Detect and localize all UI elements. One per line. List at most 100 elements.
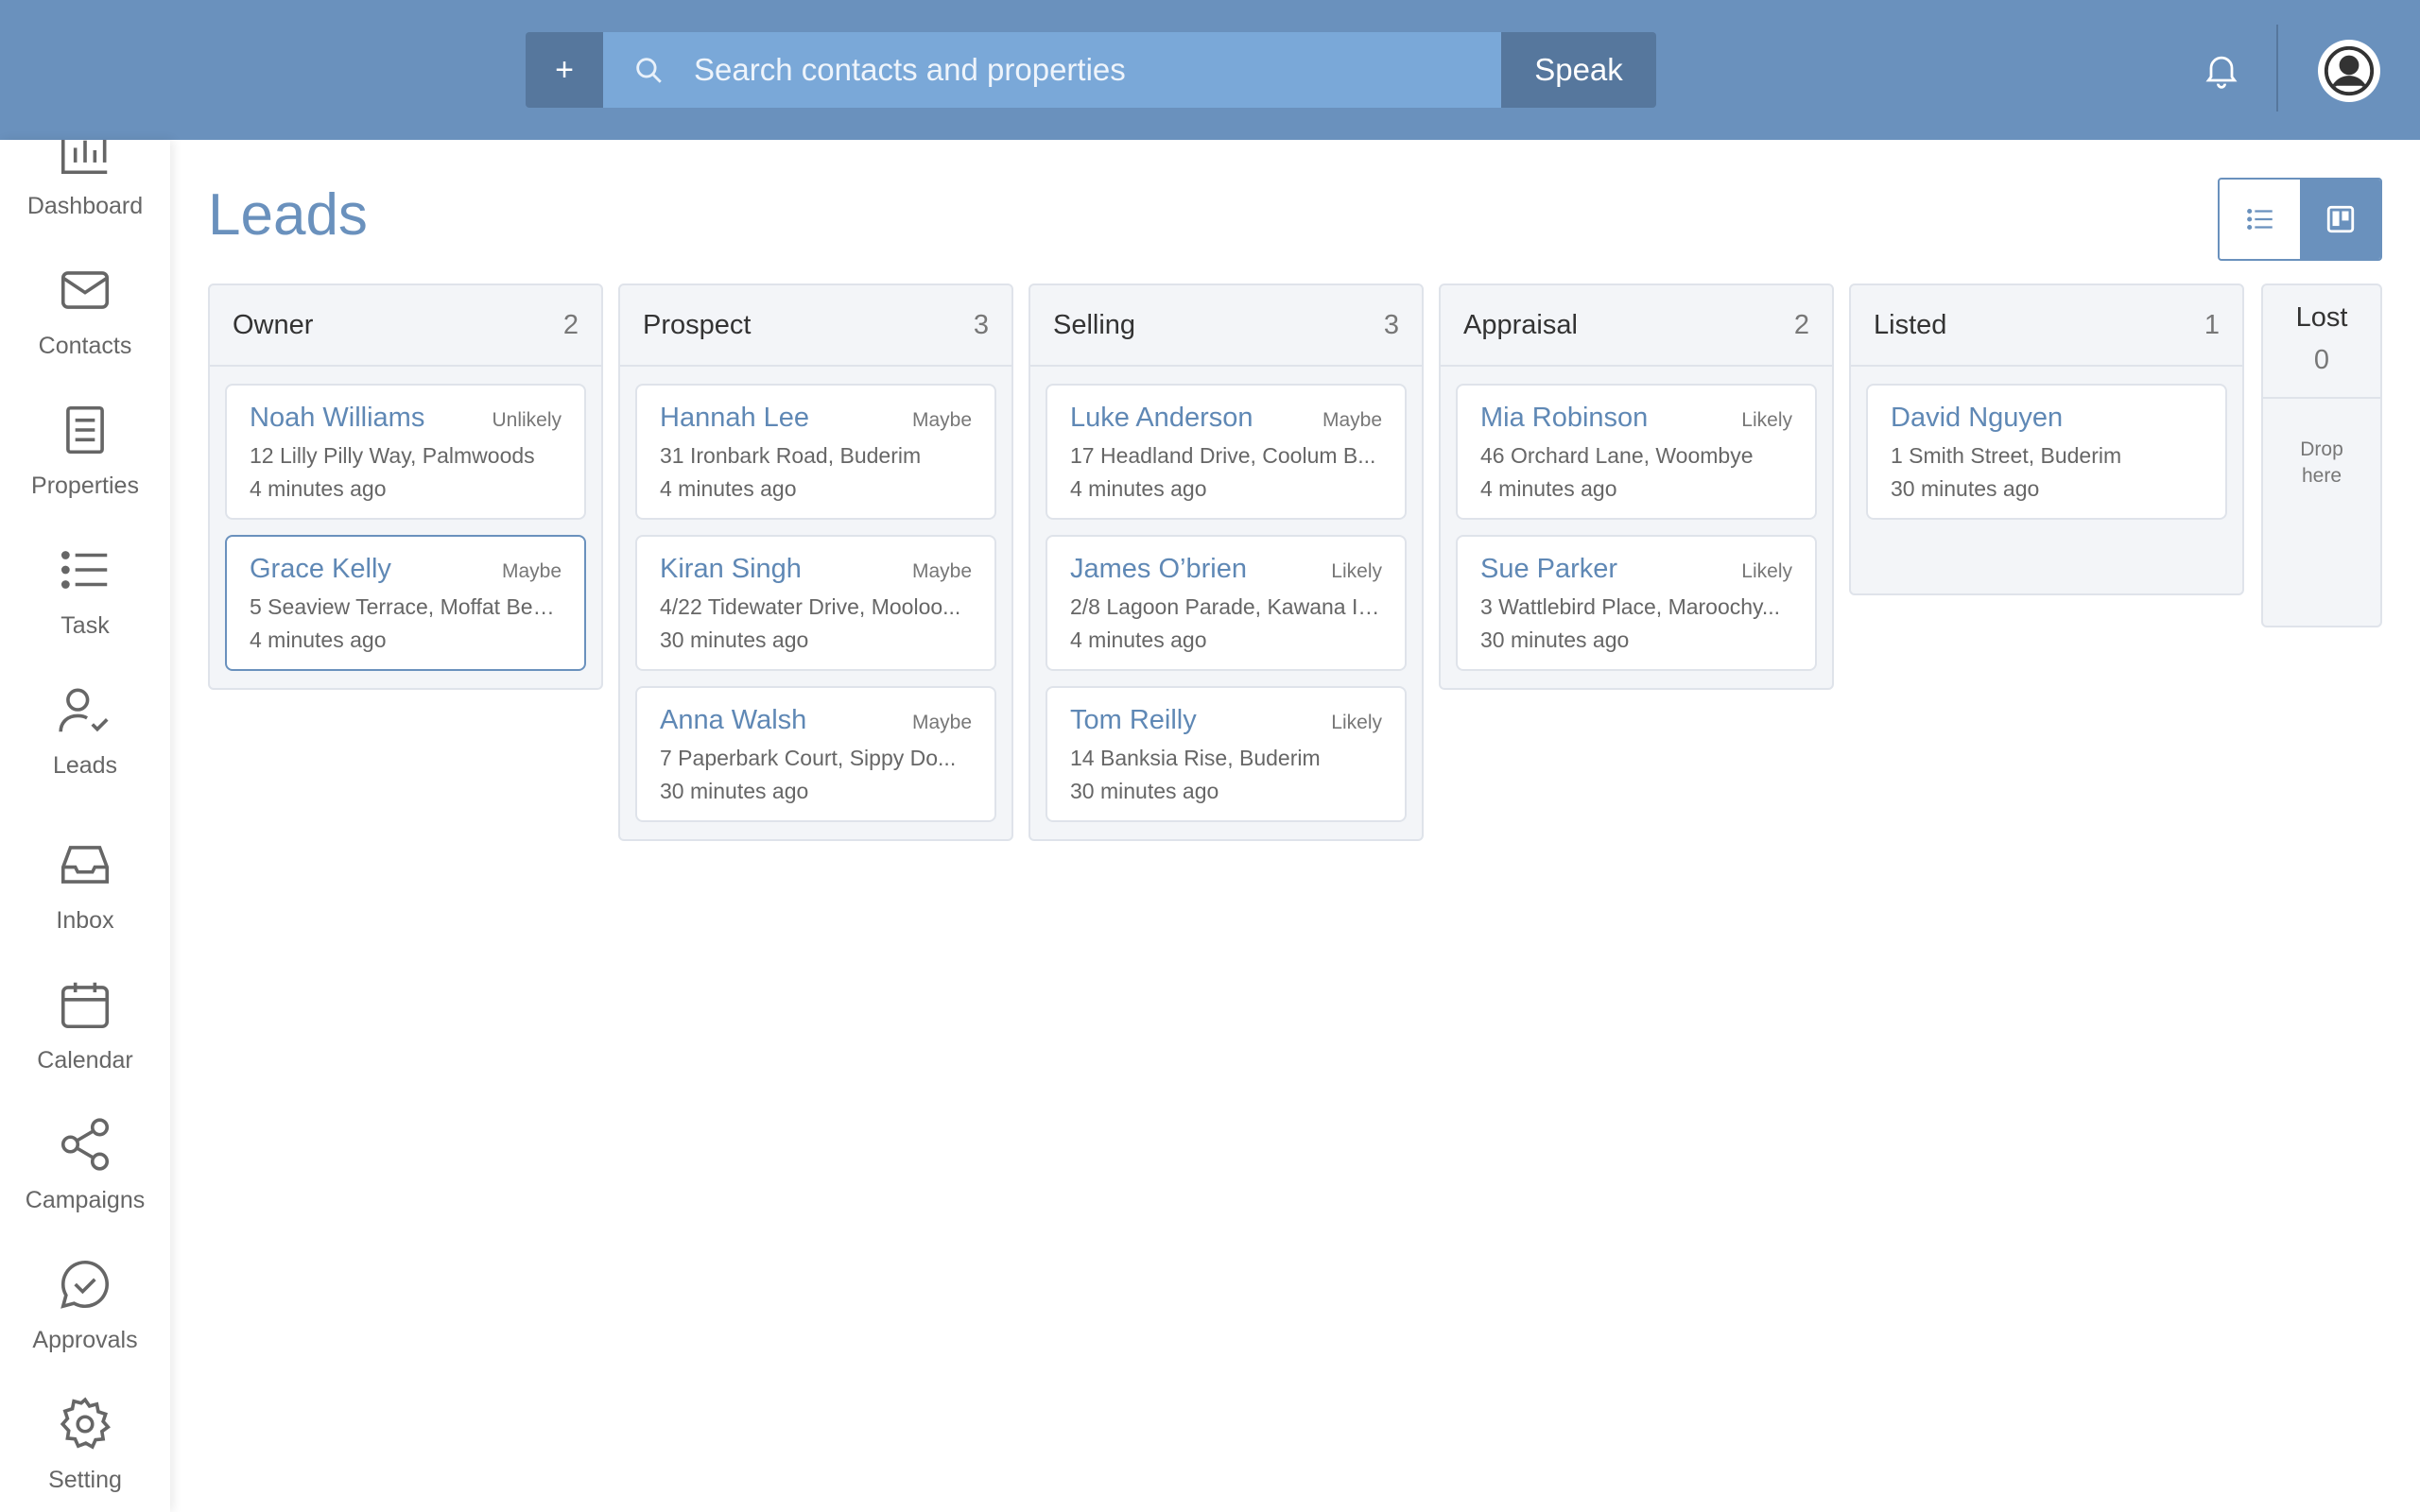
sidebar: Dashboard Contacts Properties Task Leads… <box>0 140 170 1512</box>
sidebar-item-task[interactable]: Task <box>0 541 170 640</box>
list-view-button[interactable] <box>2220 180 2300 259</box>
lead-card[interactable]: Grace Kelly Maybe 5 Seaview Terrace, Moff… <box>225 535 586 671</box>
lead-address: 4/22 Tidewater Drive, Mooloo... <box>660 594 961 619</box>
sidebar-item-label: Properties <box>31 472 139 499</box>
lead-card[interactable]: Sue Parker Likely 3 Wattlebird Place, Mar… <box>1456 535 1817 671</box>
column-title: Selling <box>1053 309 1136 340</box>
speak-button[interactable]: Speak <box>1501 32 1656 108</box>
sidebar-item-approvals[interactable]: Approvals <box>0 1255 170 1354</box>
lead-card[interactable]: James O’brien Likely 2/8 Lagoon Parade, K… <box>1046 535 1407 671</box>
kanban-view-icon <box>2326 205 2354 233</box>
sidebar-item-label: Leads <box>52 752 118 779</box>
lead-likelihood: Maybe <box>501 560 562 582</box>
user-avatar-icon[interactable] <box>2318 40 2380 102</box>
lead-likelihood: Likely <box>1741 409 1792 431</box>
board-column-lost[interactable]: Lost 0 Drop here <box>2261 284 2382 627</box>
lead-address: 14 Banksia Rise, Buderim <box>1070 746 1321 770</box>
column-title: Appraisal <box>1463 309 1578 340</box>
lead-name: Noah Williams <box>250 403 425 433</box>
lead-address: 3 Wattlebird Place, Maroochy... <box>1480 594 1781 619</box>
drop-zone-text: Drop here <box>2300 438 2343 487</box>
topbar-divider <box>2276 25 2278 112</box>
lead-address: 46 Orchard Lane, Woombye <box>1480 443 1754 468</box>
sidebar-item-label: Approvals <box>32 1327 138 1353</box>
board-column-appraisal: Appraisal 2 Mia Robinson Likely 46 Orchar… <box>1439 284 1834 690</box>
board-column-selling: Selling 3 Luke Anderson Maybe 17 Headland… <box>1028 284 1424 841</box>
lead-time: 30 minutes ago <box>660 627 809 652</box>
board-column-owner: Owner 2 Noah Williams Unlikely 12 Lilly P… <box>208 284 603 690</box>
sidebar-item-label: Contacts <box>38 333 132 359</box>
bell-icon[interactable] <box>2201 49 2242 91</box>
sidebar-item-setting[interactable]: Setting <box>0 1395 170 1494</box>
lead-time: 4 minutes ago <box>250 476 387 501</box>
lead-address: 12 Lilly Pilly Way, Palmwoods <box>250 443 535 468</box>
sidebar-item-campaigns[interactable]: Campaigns <box>0 1115 170 1214</box>
column-count: 2 <box>562 309 579 340</box>
lead-address: 7 Paperbark Court, Sippy Do... <box>660 746 957 770</box>
list-icon <box>60 551 108 589</box>
column-title: Prospect <box>643 309 752 340</box>
user-check-icon <box>59 688 109 732</box>
board-column-prospect: Prospect 3 Hannah Lee Maybe 31 Ironbark R… <box>618 284 1013 841</box>
lead-card[interactable]: Noah Williams Unlikely 12 Lilly Pilly Way… <box>225 384 586 520</box>
top-bar: + Speak <box>0 0 2420 140</box>
lead-card[interactable]: Luke Anderson Maybe 17 Headland Drive, Co… <box>1046 384 1407 520</box>
lead-address: 5 Seaview Terrace, Moffat Bea... <box>250 594 562 619</box>
lead-name: Luke Anderson <box>1070 403 1253 433</box>
column-header: Appraisal 2 <box>1441 285 1832 367</box>
lead-time: 4 minutes ago <box>660 476 797 501</box>
sidebar-item-label: Setting <box>48 1467 122 1493</box>
lead-address: 17 Headland Drive, Coolum B... <box>1070 443 1376 468</box>
lead-card[interactable]: Anna Walsh Maybe 7 Paperbark Court, Sippy… <box>635 686 996 822</box>
column-header: Lost 0 <box>2263 285 2380 399</box>
lead-address: 1 Smith Street, Buderim <box>1891 443 2122 468</box>
sidebar-item-calendar[interactable]: Calendar <box>0 975 170 1074</box>
view-toggle <box>2218 178 2382 261</box>
column-header: Listed 1 <box>1851 285 2242 367</box>
lead-card[interactable]: David Nguyen 1 Smith Street, Buderim 30 … <box>1866 384 2227 520</box>
lead-likelihood: Maybe <box>1322 409 1382 431</box>
lead-time: 30 minutes ago <box>1891 476 2040 501</box>
search-icon <box>603 32 694 108</box>
search-input[interactable] <box>694 32 1501 108</box>
lead-time: 4 minutes ago <box>1480 476 1617 501</box>
column-header: Selling 3 <box>1030 285 1422 367</box>
sidebar-item-contacts[interactable]: Contacts <box>0 261 170 360</box>
lead-time: 4 minutes ago <box>250 627 387 652</box>
column-header: Prospect 3 <box>620 285 1011 367</box>
lead-name: Hannah Lee <box>660 403 810 433</box>
lead-card[interactable]: Tom Reilly Likely 14 Banksia Rise, Buderi… <box>1046 686 1407 822</box>
lead-name: Mia Robinson <box>1480 403 1649 433</box>
lead-name: Anna Walsh <box>660 705 807 735</box>
lead-name: Sue Parker <box>1480 554 1618 584</box>
lead-likelihood: Maybe <box>911 712 972 733</box>
lead-card[interactable]: Kiran Singh Maybe 4/22 Tidewater Drive, M… <box>635 535 996 671</box>
column-count: 3 <box>973 309 989 340</box>
sidebar-item-properties[interactable]: Properties <box>0 401 170 500</box>
lead-time: 30 minutes ago <box>1070 779 1219 803</box>
sidebar-item-label: Campaigns <box>25 1187 146 1213</box>
sidebar-item-inbox[interactable]: Inbox <box>0 835 170 935</box>
board-view-button[interactable] <box>2300 180 2380 259</box>
lead-name: Tom Reilly <box>1070 705 1197 735</box>
search-box[interactable] <box>603 32 1501 108</box>
bar-chart-icon <box>60 140 108 175</box>
sidebar-item-label: Calendar <box>37 1047 133 1074</box>
add-button[interactable]: + <box>526 32 603 108</box>
envelope-icon <box>60 271 110 309</box>
lead-address: 31 Ironbark Road, Buderim <box>660 443 922 468</box>
lead-card[interactable]: Hannah Lee Maybe 31 Ironbark Road, Buderi… <box>635 384 996 520</box>
inbox-icon <box>60 846 110 884</box>
lead-name: Grace Kelly <box>250 554 391 584</box>
sidebar-item-leads[interactable]: Leads <box>0 680 170 780</box>
lead-likelihood: Likely <box>1741 560 1792 582</box>
lead-name: David Nguyen <box>1891 403 2064 433</box>
chat-check-icon <box>60 1260 109 1309</box>
column-count: 1 <box>2204 309 2220 340</box>
sidebar-item-dashboard[interactable]: Dashboard <box>0 140 170 220</box>
lead-likelihood: Likely <box>1331 712 1382 733</box>
lead-likelihood: Unlikely <box>492 409 562 431</box>
sidebar-item-label: Task <box>60 612 110 639</box>
sidebar-item-label: Dashboard <box>26 193 144 219</box>
lead-card[interactable]: Mia Robinson Likely 46 Orchard Lane, Woom… <box>1456 384 1817 520</box>
